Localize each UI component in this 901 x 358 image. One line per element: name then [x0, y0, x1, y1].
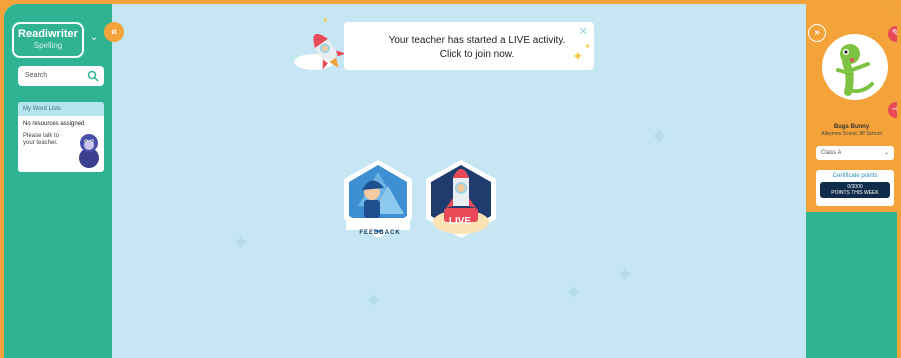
sparkle-icon: ✦ [322, 16, 329, 25]
left-sidebar: Readiwriter Spelling ⌄ Search My Word Li… [4, 4, 112, 358]
word-lists-header: My Word Lists [18, 102, 104, 116]
feedback-activity-tile[interactable] [342, 158, 414, 240]
word-lists-panel: My Word Lists No resources assigned Plea… [18, 102, 104, 172]
background-star-icon: ✦ [650, 124, 669, 149]
logo-subtitle: Spelling [33, 41, 63, 50]
right-sidebar: » ✎ ⇥ Bugs Bunny Allsymes Scenic 3P Scho… [806, 4, 897, 358]
notification-line-1: Your teacher has started a LIVE activity… [388, 35, 566, 46]
background-star-icon: ✦ [564, 280, 583, 305]
class-select[interactable]: Class A ⌄ [816, 146, 894, 160]
logo-title: Readiwriter [18, 28, 78, 40]
search-input[interactable]: Search [18, 66, 104, 86]
lizard-avatar-icon [836, 44, 874, 96]
certificate-points-box: 0/3000 POINTS THIS WEEK [820, 182, 890, 198]
class-select-value: Class A [821, 150, 842, 156]
collapse-left-button[interactable]: « [104, 22, 124, 42]
background-star-icon: ✦ [616, 262, 635, 287]
background-star-icon: ✦ [364, 288, 383, 313]
chevron-down-icon[interactable]: ⌄ [90, 32, 98, 43]
school-name: Allsymes Scenic 3P School [821, 131, 882, 137]
edit-avatar-button[interactable]: ✎ [888, 26, 897, 42]
monkey-mascot-icon [79, 134, 99, 168]
chevron-down-icon: ⌄ [883, 150, 889, 156]
app-frame: ✦ ✦ ✦ ✦ ✦ Readiwriter Spelling ⌄ Search … [4, 4, 897, 358]
word-lists-empty-title: No resources assigned [23, 121, 85, 127]
student-name: Bugs Bunny [833, 124, 870, 130]
notification-line-2: Click to join now. [439, 49, 515, 60]
certificate-points-subtitle: POINTS THIS WEEK [831, 190, 879, 196]
sparkle-icon: ✦ [584, 42, 591, 51]
sparkle-icon: ✦ [572, 48, 584, 64]
certificate-points-label: Certificate points [832, 173, 878, 179]
logout-button[interactable]: ⇥ [888, 102, 897, 118]
live-activity-tile[interactable] [424, 158, 498, 240]
app-logo[interactable]: Readiwriter Spelling [12, 22, 84, 58]
feedback-label: FEEDBACK [359, 230, 401, 236]
close-icon[interactable]: ✕ [579, 25, 588, 38]
live-label: LIVE [448, 216, 472, 227]
background-star-icon: ✦ [232, 230, 251, 255]
search-icon[interactable] [87, 70, 99, 82]
avatar[interactable] [822, 34, 888, 100]
live-activity-notification[interactable]: Your teacher has started a LIVE activity… [344, 22, 594, 70]
search-placeholder: Search [25, 72, 48, 79]
certificate-points-card: Certificate points 0/3000 POINTS THIS WE… [816, 170, 894, 206]
word-lists-empty-hint: Please talk to your teacher. [23, 133, 60, 146]
